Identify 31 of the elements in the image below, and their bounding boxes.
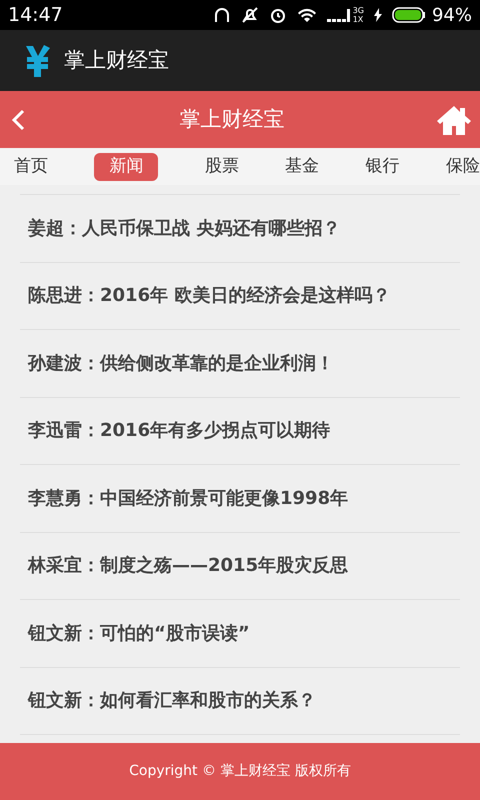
network-label: 3G — [352, 6, 364, 15]
battery-icon — [392, 7, 426, 23]
category-tab[interactable]: 银行 — [366, 152, 400, 180]
back-icon — [11, 108, 25, 130]
category-tab[interactable]: 基金 — [285, 152, 320, 180]
copyright-text: Copyright © 掌上财经宝 版权所有 — [129, 762, 351, 781]
muted-bell-icon — [240, 6, 259, 24]
yen-logo-icon — [24, 44, 52, 78]
article-link[interactable]: 孙建波：供给侧改革靠的是企业利润！ — [28, 350, 334, 377]
signal-icon — [326, 8, 351, 22]
category-tab[interactable]: 保险 — [446, 152, 480, 180]
category-tab[interactable]: 首页 — [14, 152, 48, 180]
wifi-icon — [296, 7, 317, 23]
category-tab[interactable]: 股票 — [204, 152, 239, 180]
status-time: 14:47 — [8, 2, 63, 28]
article-link[interactable]: 李迅雷：2016年有多少拐点可以期待 — [28, 417, 330, 444]
article-link[interactable]: 钮文新：如何看汇率和股市的关系？ — [28, 687, 316, 714]
article-link[interactable]: 陈思进：2016年 欧美日的经济会是这样吗？ — [28, 282, 390, 310]
app-title: 掌上财经宝 — [64, 46, 169, 74]
charging-icon — [374, 8, 382, 22]
article-link[interactable]: 姜超：人民币保卫战 央妈还有哪些招？ — [28, 214, 340, 242]
category-tab[interactable]: 新闻 — [94, 152, 158, 180]
alarm-icon — [268, 6, 287, 24]
battery-percent: 94% — [432, 4, 472, 28]
network-label: 1X — [352, 15, 364, 24]
article-link[interactable]: 林采宜：制度之殇——2015年股灾反思 — [28, 552, 348, 580]
header-title: 掌上财经宝 — [178, 106, 286, 133]
article-link[interactable]: 李慧勇：中国经济前景可能更像1998年 — [28, 484, 348, 512]
article-link[interactable]: 钮文新：可怕的“股市误读” — [28, 620, 250, 647]
home-icon — [437, 104, 471, 134]
headphones-icon — [212, 6, 231, 24]
